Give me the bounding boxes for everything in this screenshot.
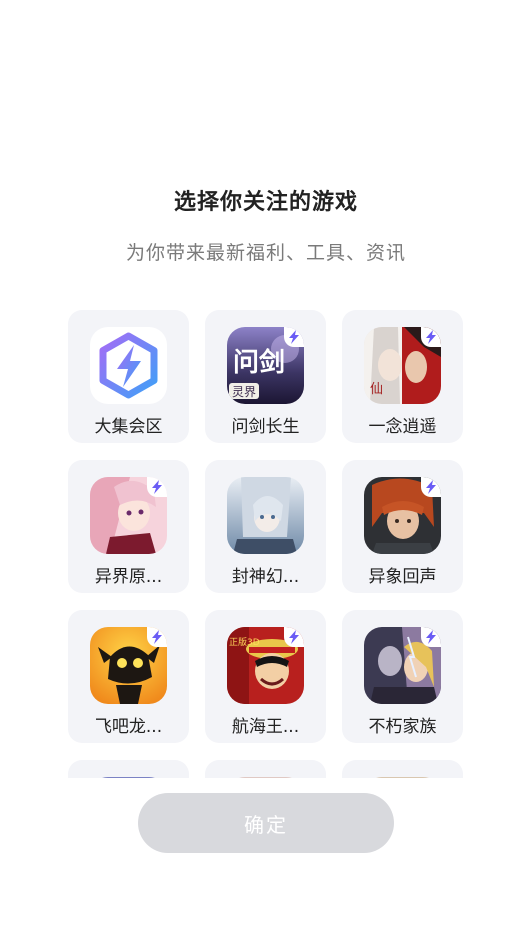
game-name: 不朽家族 — [368, 717, 437, 737]
game-name: 大集会区 — [94, 417, 163, 437]
game-card[interactable]: 封神幻... — [205, 460, 326, 593]
lightning-badge-icon — [147, 627, 167, 647]
confirm-button[interactable]: 确定 — [138, 793, 394, 853]
game-grid: 大集会区 问剑 灵界 问剑长生 仙 一念逍遥 异界原... 封神幻... 异象回… — [68, 310, 464, 778]
game-card[interactable]: 不朽家族 — [342, 610, 463, 743]
icon-text: 仙 — [370, 382, 383, 397]
fengshen-game-icon — [227, 477, 304, 554]
yinian-game-icon: 仙 — [364, 327, 441, 404]
lightning-badge-icon — [284, 627, 304, 647]
game-card[interactable] — [68, 760, 189, 778]
yijie-game-icon — [90, 477, 167, 554]
game-card[interactable] — [342, 760, 463, 778]
icon-text: 问剑 — [233, 347, 285, 378]
game-name: 异象回声 — [368, 567, 437, 587]
game-card[interactable]: 正版3D 航海王... — [205, 610, 326, 743]
game-name: 封神幻... — [231, 567, 300, 587]
game-icon — [227, 777, 304, 778]
lightning-badge-icon — [421, 477, 441, 497]
game-card[interactable]: 问剑 灵界 问剑长生 — [205, 310, 326, 443]
lightning-badge-icon — [147, 477, 167, 497]
icon-text: 正版3D — [229, 636, 260, 648]
page-title: 选择你关注的游戏 — [173, 190, 358, 215]
lightning-badge-icon — [421, 327, 441, 347]
wenjian-game-icon: 问剑 灵界 — [227, 327, 304, 404]
game-name: 异界原... — [94, 567, 163, 587]
game-icon — [90, 777, 167, 778]
icon-subtext: 灵界 — [232, 385, 256, 399]
game-name: 航海王... — [231, 717, 300, 737]
game-card[interactable]: 大集会区 — [68, 310, 189, 443]
buxiu-game-icon — [364, 627, 441, 704]
lightning-hexagon-app-icon — [90, 327, 167, 404]
game-icon — [364, 777, 441, 778]
game-card[interactable]: 异象回声 — [342, 460, 463, 593]
game-name: 飞吧龙... — [94, 717, 163, 737]
game-name: 一念逍遥 — [368, 417, 437, 437]
game-name: 问剑长生 — [231, 417, 300, 437]
game-list[interactable]: 大集会区 问剑 灵界 问剑长生 仙 一念逍遥 异界原... 封神幻... 异象回… — [68, 310, 464, 778]
lightning-badge-icon — [421, 627, 441, 647]
lightning-badge-icon — [284, 327, 304, 347]
page-subtitle: 为你带来最新福利、工具、资讯 — [125, 242, 406, 264]
game-card[interactable]: 飞吧龙... — [68, 610, 189, 743]
game-card[interactable]: 异界原... — [68, 460, 189, 593]
game-card[interactable]: 仙 一念逍遥 — [342, 310, 463, 443]
yixiang-game-icon — [364, 477, 441, 554]
game-card[interactable] — [205, 760, 326, 778]
feibalong-game-icon — [90, 627, 167, 704]
hanghaiwang-game-icon: 正版3D — [227, 627, 304, 704]
game-selection-screen: 选择你关注的游戏 为你带来最新福利、工具、资讯 大集会区 问剑 灵界 问剑长生 … — [0, 0, 532, 946]
